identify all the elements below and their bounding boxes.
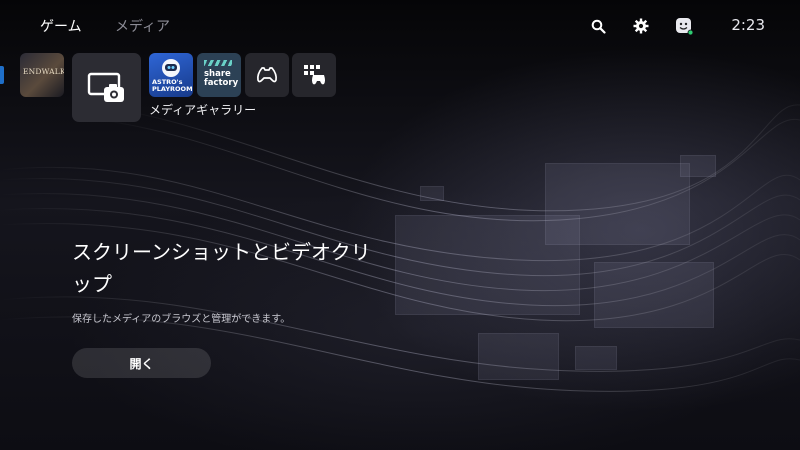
profile-avatar-icon[interactable] — [675, 17, 693, 35]
controller-icon — [256, 67, 278, 83]
open-button[interactable]: 開く — [72, 348, 211, 378]
apps-grid-controller-icon — [304, 65, 325, 85]
clock: 2:23 — [731, 16, 765, 34]
game-tile-astros-playroom[interactable]: ASTRO's PLAYROOM — [149, 53, 193, 97]
ff-logo-text: ENDWALKER — [23, 67, 64, 76]
page-title: スクリーンショットとビデオクリップ — [72, 240, 371, 296]
share-factory-logo-text: share factory — [204, 69, 239, 88]
selected-tile-label: メディアギャラリー — [149, 103, 257, 117]
partial-game-tile[interactable] — [0, 66, 4, 84]
top-bar: ゲーム メディア 2:23 — [0, 0, 800, 52]
app-tile-share-factory[interactable]: share factory — [197, 53, 241, 97]
tab-media[interactable]: メディア — [115, 16, 170, 36]
tab-games[interactable]: ゲーム — [40, 16, 82, 36]
media-gallery-tile[interactable] — [72, 53, 141, 122]
page-description: 保存したメディアのブラウズと管理ができます。 — [72, 314, 291, 325]
media-gallery-icon — [87, 72, 124, 102]
game-tile-final-fantasy[interactable]: ENDWALKER — [20, 53, 64, 97]
astro-logo-text: ASTRO's PLAYROOM — [152, 78, 193, 93]
search-icon[interactable] — [589, 17, 607, 35]
ps-store-tile[interactable] — [292, 53, 336, 97]
gear-icon[interactable] — [632, 17, 650, 35]
game-library-tile[interactable] — [245, 53, 289, 97]
